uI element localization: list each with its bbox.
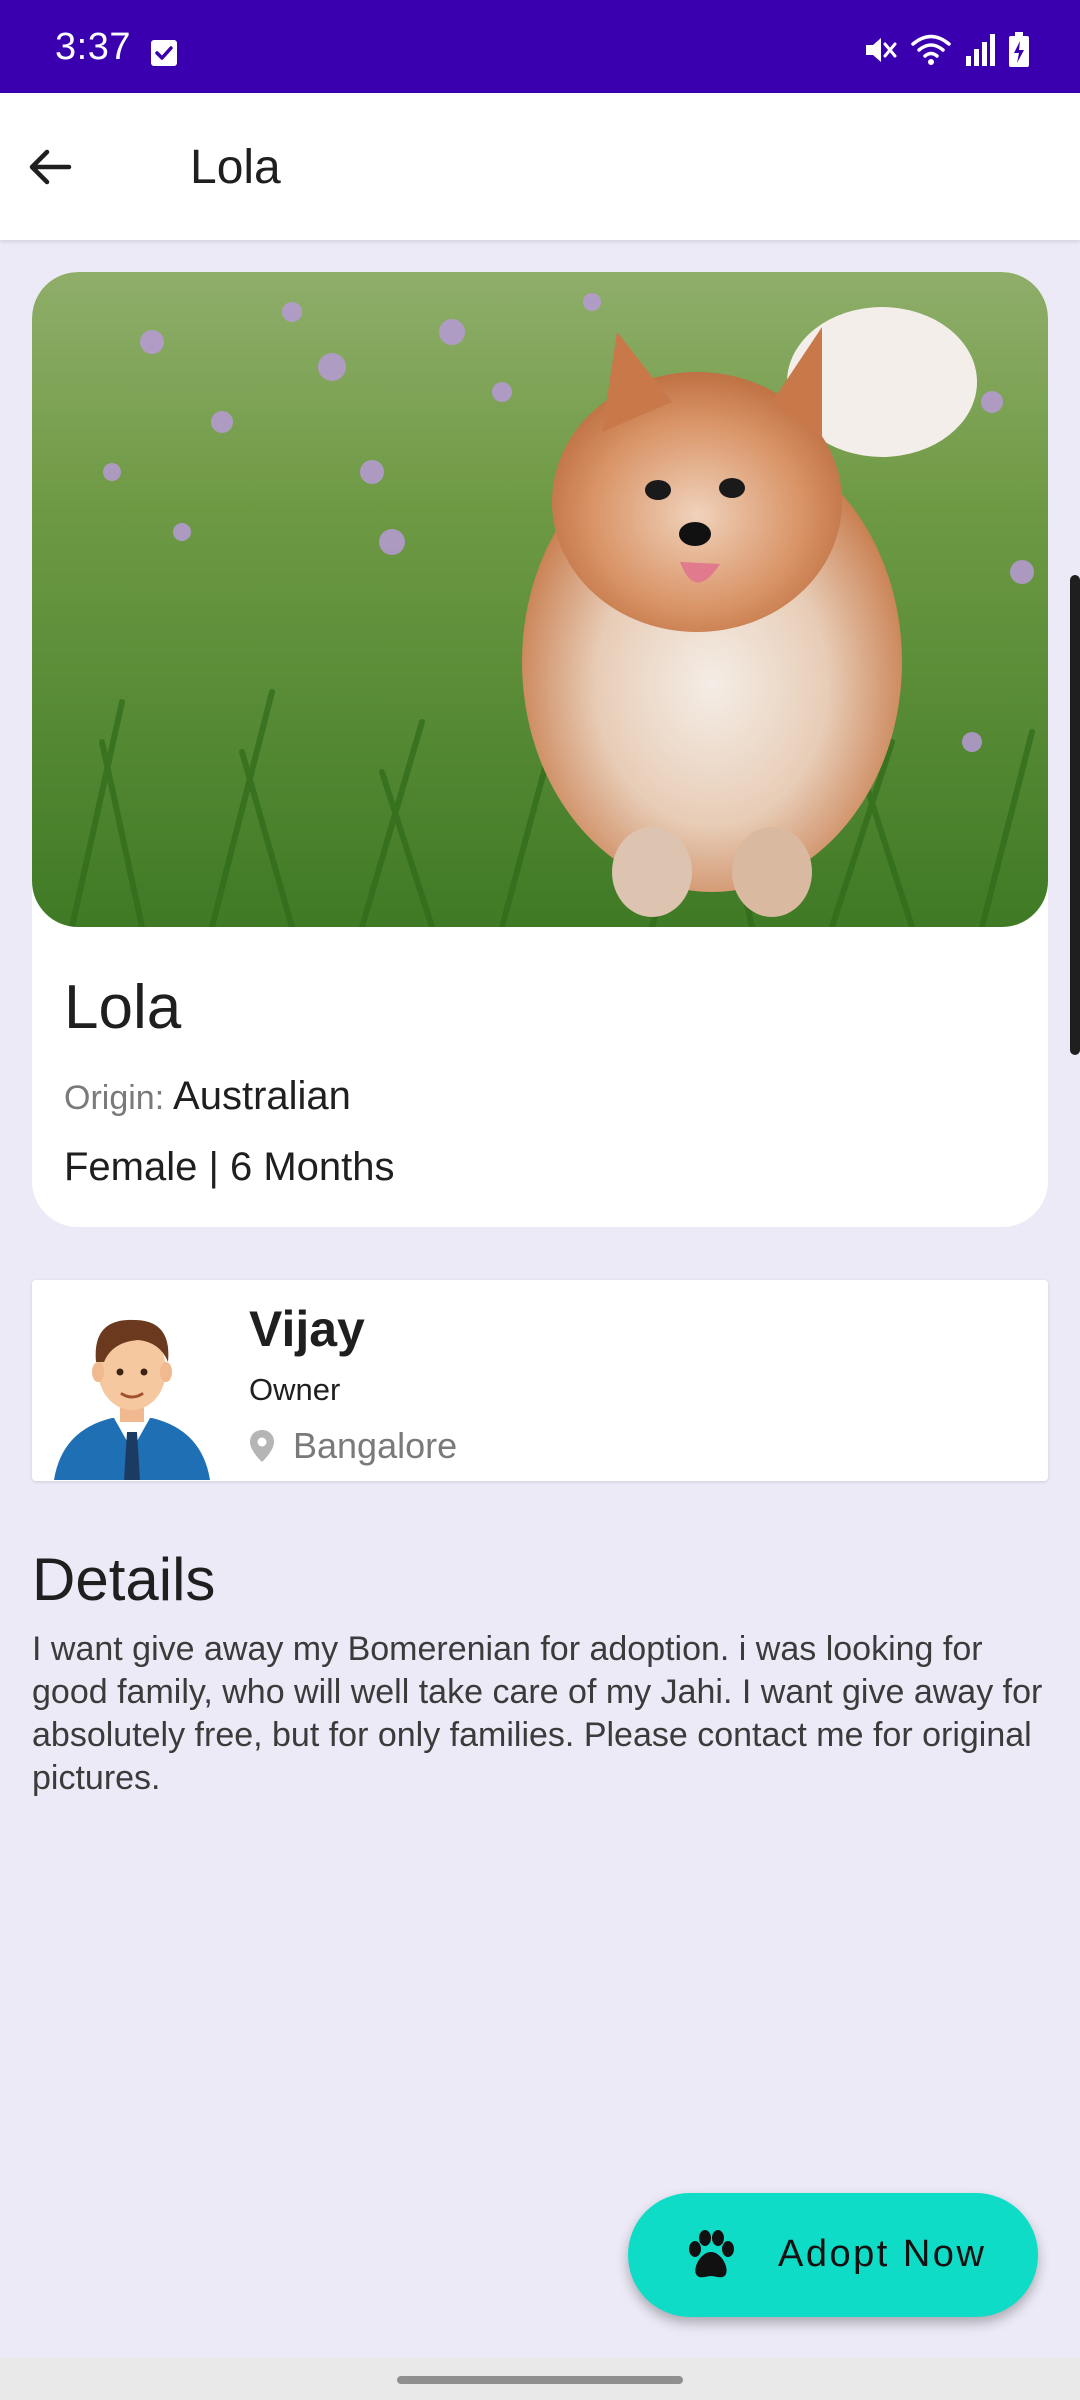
- origin-label: Origin:: [64, 1079, 165, 1117]
- owner-location: Bangalore: [249, 1425, 457, 1467]
- arrow-back-icon: [29, 149, 72, 185]
- page-title: Lola: [190, 141, 281, 194]
- navigation-bar: [0, 2358, 1080, 2400]
- battery-charging-icon: [1009, 32, 1029, 67]
- owner-role: Owner: [249, 1372, 341, 1407]
- back-button[interactable]: [10, 127, 90, 207]
- home-gesture-handle[interactable]: [397, 2376, 683, 2384]
- signal-icon: [966, 34, 995, 66]
- adopt-now-button[interactable]: Adopt Now: [628, 2193, 1038, 2317]
- mute-icon: [866, 38, 897, 62]
- owner-card[interactable]: Vijay Owner Bangalore: [32, 1280, 1048, 1481]
- adopt-now-label: Adopt Now: [778, 2233, 987, 2275]
- wifi-icon: [911, 34, 951, 65]
- location-pin-icon: [250, 1430, 274, 1462]
- pet-photo[interactable]: [32, 272, 1048, 927]
- status-icons: [862, 30, 1030, 70]
- owner-location-text: Bangalore: [293, 1425, 458, 1466]
- owner-name: Vijay: [249, 1301, 365, 1357]
- owner-avatar: [54, 1319, 210, 1480]
- status-time: 3:37: [55, 26, 131, 68]
- task-check-icon: [151, 40, 177, 66]
- pet-card: Lola Origin: Australian Female | 6 Month…: [32, 272, 1048, 1227]
- details-title: Details: [32, 1546, 216, 1613]
- origin-row: Origin: Australian: [64, 1074, 351, 1119]
- gender-age: Female | 6 Months: [64, 1145, 395, 1189]
- status-bar: 3:37: [0, 0, 1080, 93]
- app-bar: Lola: [0, 93, 1080, 240]
- origin-value: Australian: [173, 1074, 351, 1118]
- scrollbar[interactable]: [1070, 575, 1080, 1055]
- paw-icon: [689, 2230, 734, 2278]
- details-body: I want give away my Bomerenian for adopt…: [32, 1630, 1043, 1797]
- pet-name: Lola: [64, 973, 182, 1042]
